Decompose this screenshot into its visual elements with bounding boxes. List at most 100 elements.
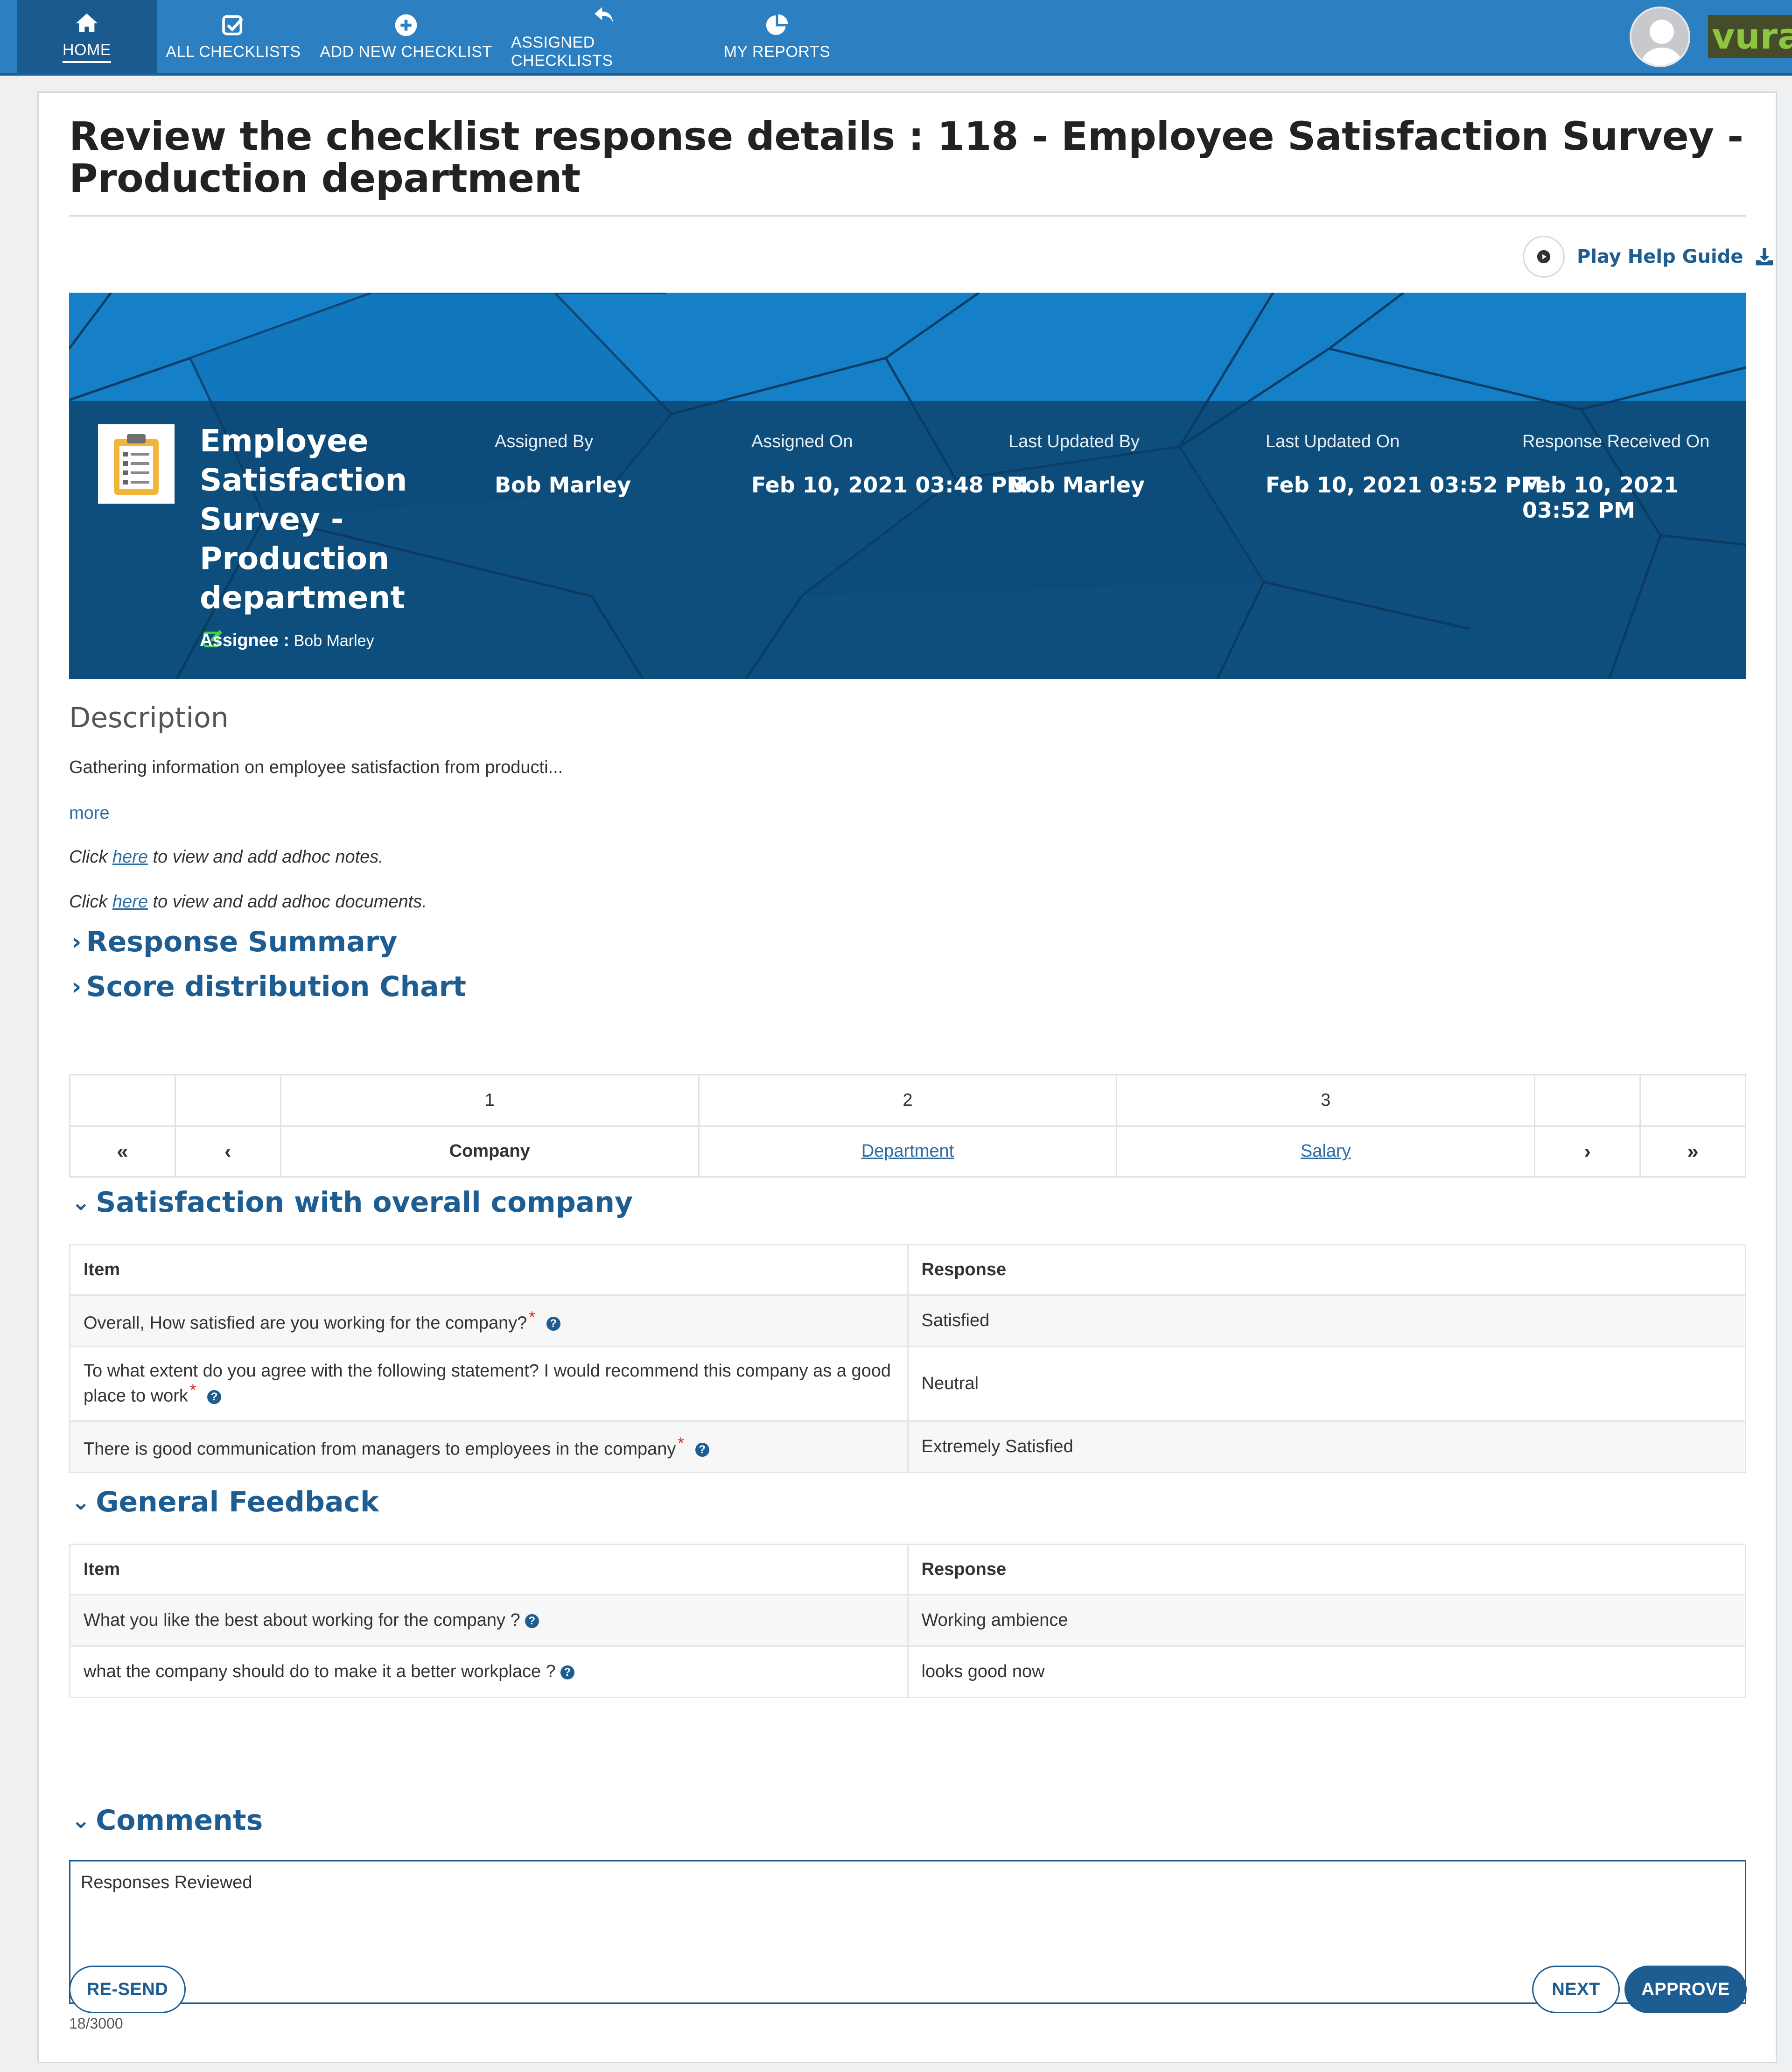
feedback-section-title: General Feedback (96, 1486, 379, 1518)
pager-first-button[interactable]: « (69, 1125, 176, 1178)
chevron-down-icon: ⌄ (71, 1189, 91, 1215)
download-icon (1756, 248, 1773, 266)
required-marker: * (529, 1308, 535, 1326)
approve-button[interactable]: APPROVE (1624, 1966, 1747, 2013)
table-row: Overall, How satisfied are you working f… (69, 1294, 1746, 1347)
response-cell: Satisfied (907, 1294, 1746, 1347)
assignee-label: Assignee : (200, 631, 290, 650)
pager-empty-cell (174, 1074, 281, 1127)
column-header-item: Item (69, 1244, 909, 1296)
next-button[interactable]: NEXT (1532, 1966, 1620, 2013)
column-header-response: Response (907, 1544, 1746, 1595)
feedback-response-table: Item Response What you like the best abo… (69, 1544, 1746, 1698)
pager-page-salary[interactable]: Salary (1301, 1141, 1351, 1161)
pager-page-department-cell: Department (698, 1125, 1118, 1178)
banner-info: Employee Satisfaction Survey - Productio… (69, 401, 1746, 679)
description-heading: Description (69, 702, 229, 734)
chevron-right-icon: › (71, 973, 82, 1001)
meta-value: Feb 10, 2021 03:52 PM (1266, 472, 1543, 498)
pager-next-button[interactable]: › (1534, 1125, 1641, 1178)
meta-value: Bob Marley (1008, 472, 1145, 498)
user-avatar[interactable] (1630, 7, 1690, 67)
nav-assigned-checklists[interactable]: ASSIGNED CHECKLISTS (511, 0, 698, 73)
more-link[interactable]: more (69, 803, 110, 823)
adhoc-docs-post: to view and add adhoc documents. (147, 892, 427, 912)
meta-label: Response Received On (1522, 432, 1710, 451)
comments-textarea[interactable]: Responses Reviewed (69, 1860, 1746, 2004)
pager-empty-cell (1534, 1074, 1641, 1127)
question-help-icon[interactable]: ? (560, 1665, 574, 1679)
play-help-guide-button[interactable]: Play Help Guide (1523, 236, 1775, 278)
pager-prev-button[interactable]: ‹ (174, 1125, 281, 1178)
meta-last-updated-by: Last Updated By Bob Marley (1008, 432, 1145, 498)
question-help-icon[interactable]: ? (695, 1443, 709, 1457)
chevron-right-icon: › (71, 928, 82, 956)
question-help-icon[interactable]: ? (207, 1390, 222, 1404)
resend-button[interactable]: RE-SEND (69, 1966, 186, 2013)
top-navigation-bar: HOME ALL CHECKLISTS ADD NEW CHECKLIST AS… (0, 0, 1792, 76)
question-cell: There is good communication from manager… (69, 1420, 909, 1473)
nav-my-reports[interactable]: MY REPORTS (714, 0, 840, 73)
company-section-toggle[interactable]: ⌄ Satisfaction with overall company (71, 1186, 633, 1219)
comments-section-title: Comments (96, 1804, 263, 1837)
score-chart-toggle[interactable]: › Score distribution Chart (71, 970, 466, 1003)
adhoc-documents-link[interactable]: here (112, 892, 148, 912)
adhoc-notes-pre: Click (69, 847, 112, 867)
pager-page-company: Company (280, 1125, 700, 1178)
column-header-item: Item (69, 1544, 909, 1595)
response-cell: Neutral (907, 1346, 1746, 1422)
meta-response-received-on: Response Received On Feb 10, 2021 03:52 … (1522, 432, 1746, 523)
pager-page-salary-cell: Salary (1116, 1125, 1536, 1178)
question-cell: What you like the best about working for… (69, 1594, 909, 1647)
question-cell: Overall, How satisfied are you working f… (69, 1294, 909, 1347)
question-help-icon[interactable]: ? (525, 1614, 539, 1628)
adhoc-notes-link[interactable]: here (112, 847, 148, 867)
clipboard-icon (98, 424, 175, 504)
meta-label: Last Updated On (1266, 432, 1400, 451)
pager-last-button[interactable]: » (1639, 1125, 1746, 1178)
required-marker: * (189, 1381, 196, 1399)
meta-assigned-on: Assigned On Feb 10, 2021 03:48 PM (751, 432, 1028, 498)
help-guide-label: Play Help Guide (1577, 246, 1743, 267)
pager-number-2: 2 (698, 1074, 1118, 1127)
nav-all-checklists[interactable]: ALL CHECKLISTS (163, 0, 303, 73)
table-row: What you like the best about working for… (69, 1594, 1746, 1647)
response-summary-toggle[interactable]: › Response Summary (71, 926, 397, 958)
nav-add-new-checklist[interactable]: ADD NEW CHECKLIST (317, 0, 495, 73)
pager-number-1: 1 (280, 1074, 700, 1127)
checklist-banner: Employee Satisfaction Survey - Productio… (69, 293, 1746, 679)
character-count: 18/3000 (69, 2015, 123, 2032)
content-card: Review the checklist response details : … (37, 91, 1777, 2063)
feedback-section-toggle[interactable]: ⌄ General Feedback (71, 1486, 379, 1518)
company-section-title: Satisfaction with overall company (96, 1186, 633, 1219)
table-row: To what extent do you agree with the fol… (69, 1346, 1746, 1422)
question-text: what the company should do to make it a … (84, 1662, 556, 1681)
pie-chart-icon (766, 14, 788, 35)
pager-number-3: 3 (1116, 1074, 1536, 1127)
company-logo: vuram (1708, 15, 1792, 58)
question-text: What you like the best about working for… (84, 1610, 520, 1630)
question-help-icon[interactable]: ? (546, 1317, 560, 1331)
description-text: Gathering information on employee satisf… (69, 758, 563, 777)
checklist-name-text: Employee Satisfaction Survey - Productio… (200, 423, 407, 616)
plus-circle-icon (395, 14, 417, 36)
response-cell: Working ambience (907, 1594, 1746, 1647)
reply-icon (595, 7, 613, 23)
assignee: Assignee : Bob Marley (200, 631, 374, 651)
adhoc-documents-line: Click here to view and add adhoc documen… (69, 892, 427, 912)
nav-add-new-checklist-label: ADD NEW CHECKLIST (320, 42, 492, 61)
page-title: Review the checklist response details : … (69, 113, 1743, 201)
table-row: what the company should do to make it a … (69, 1645, 1746, 1698)
required-marker: * (678, 1434, 684, 1452)
home-icon (76, 13, 98, 32)
meta-last-updated-on: Last Updated On Feb 10, 2021 03:52 PM (1266, 432, 1542, 498)
column-header-response: Response (907, 1244, 1746, 1296)
adhoc-notes-post: to view and add adhoc notes. (147, 847, 384, 867)
question-cell: To what extent do you agree with the fol… (69, 1346, 909, 1422)
nav-home[interactable]: HOME (17, 0, 157, 73)
comments-section-toggle[interactable]: ⌄ Comments (71, 1804, 263, 1837)
assignee-value: Bob Marley (294, 632, 374, 650)
pager-page-department[interactable]: Department (861, 1141, 954, 1161)
nav-assigned-checklists-label: ASSIGNED CHECKLISTS (511, 34, 613, 70)
pager-empty-cell (69, 1074, 176, 1127)
